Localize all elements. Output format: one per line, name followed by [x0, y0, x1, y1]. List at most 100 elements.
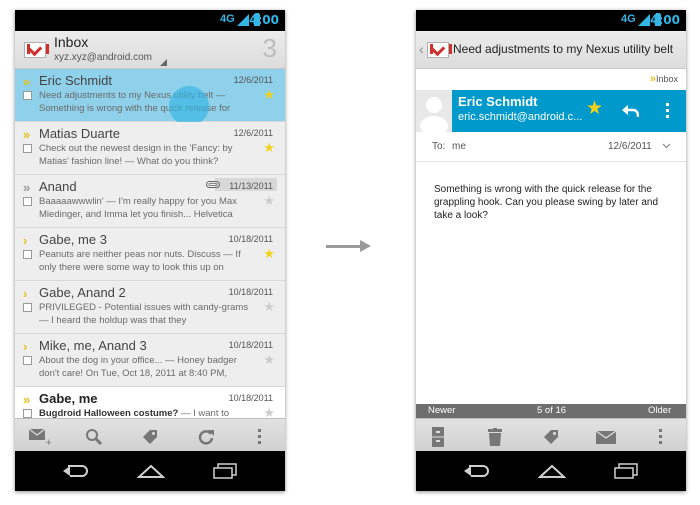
- network-4g-icon: 4G: [621, 13, 636, 25]
- row-checkbox[interactable]: [23, 250, 32, 259]
- star-icon[interactable]: ★: [263, 299, 275, 315]
- inbox-action-bar: Inbox xyz.xyz@android.com 3: [15, 31, 285, 69]
- row-date: 11/13/2011: [229, 181, 273, 191]
- gmail-logo-icon: [24, 42, 49, 58]
- row-sender: Matias Duarte: [39, 126, 120, 141]
- overflow-menu-icon[interactable]: [659, 429, 663, 445]
- transition-arrow-icon: [360, 240, 371, 252]
- star-icon[interactable]: ★: [263, 352, 275, 368]
- conversation-row[interactable]: » Gabe, me 10/18/2011 Bugdroid Halloween…: [15, 387, 285, 420]
- older-button[interactable]: Older: [648, 405, 671, 416]
- label-icon[interactable]: [542, 428, 560, 446]
- recipient-row[interactable]: To: me 12/6/2011: [416, 132, 686, 162]
- signal-icon: [237, 14, 249, 26]
- conversation-row[interactable]: › Mike, me, Anand 3 10/18/2011 About the…: [15, 334, 285, 387]
- label-row: » Inbox: [416, 70, 686, 90]
- account-spinner[interactable]: Inbox xyz.xyz@android.com: [54, 34, 152, 63]
- account-email: xyz.xyz@android.com: [54, 52, 152, 63]
- spinner-triangle-icon: [160, 59, 167, 66]
- row-checkbox[interactable]: [23, 197, 32, 206]
- row-checkbox[interactable]: [23, 409, 32, 418]
- signal-icon: [638, 14, 650, 26]
- message-action-bar: ‹ Need adjustments to my Nexus utility b…: [416, 31, 686, 69]
- row-sender: Mike, me, Anand 3: [39, 338, 147, 353]
- row-checkbox[interactable]: [23, 356, 32, 365]
- svg-text:+: +: [45, 438, 51, 445]
- search-icon[interactable]: [85, 428, 103, 446]
- back-icon[interactable]: [463, 464, 489, 478]
- row-date: 10/18/2011: [228, 393, 273, 403]
- star-icon[interactable]: ★: [263, 140, 275, 156]
- star-icon[interactable]: ★: [263, 87, 275, 103]
- row-snippet: PRIVILEGED - Potential issues with candy…: [39, 302, 249, 326]
- message-bottom-bar: [416, 418, 686, 454]
- row-snippet: Need adjustments to my Nexus utility bel…: [39, 90, 231, 114]
- conversation-row[interactable]: » Matias Duarte 12/6/2011 Check out the …: [15, 122, 285, 175]
- importance-marker-icon: »: [23, 74, 31, 89]
- transition-arrow-line: [326, 245, 362, 248]
- system-nav-bar: [416, 451, 686, 491]
- message-overflow-icon[interactable]: [666, 103, 670, 119]
- label-icon[interactable]: [141, 428, 159, 446]
- delete-icon[interactable]: [488, 428, 502, 446]
- row-date: 10/18/2011: [228, 340, 273, 350]
- message-body: Something is wrong with the quick releas…: [434, 184, 659, 221]
- contact-placeholder-icon: [420, 97, 448, 136]
- row-date: 12/6/2011: [233, 128, 273, 138]
- status-bar: 4G 4:00: [15, 10, 285, 31]
- compose-icon[interactable]: +: [29, 429, 51, 445]
- inbox-title: Inbox: [54, 34, 89, 50]
- conversation-row[interactable]: » Eric Schmidt 12/6/2011 Need adjustment…: [15, 69, 285, 126]
- back-icon[interactable]: [62, 464, 88, 478]
- expand-chevron-icon[interactable]: [662, 143, 671, 149]
- to-label: To:: [432, 141, 446, 152]
- conversation-row[interactable]: › Gabe, me 3 10/18/2011 Peanuts are neit…: [15, 228, 285, 281]
- archive-icon[interactable]: [432, 427, 444, 447]
- conversation-row[interactable]: » Anand 11/13/2011 Baaaaawwwlin' — I'm r…: [15, 175, 285, 228]
- star-icon[interactable]: ★: [263, 193, 275, 209]
- row-sender: Gabe, Anand 2: [39, 285, 126, 300]
- refresh-icon[interactable]: [197, 428, 215, 446]
- row-date: 10/18/2011: [228, 234, 273, 244]
- row-date: 10/18/2011: [228, 287, 273, 297]
- inbox-bottom-bar: +: [15, 418, 285, 454]
- paperclip-icon: [206, 181, 220, 188]
- gmail-logo-icon[interactable]: [427, 42, 452, 58]
- row-snippet: Baaaaawwwlin' — I'm really happy for you…: [39, 196, 237, 220]
- avatar: [416, 90, 452, 136]
- row-snippet: Peanuts are neither peas nor nuts. Discu…: [39, 249, 241, 273]
- row-sender: Eric Schmidt: [39, 73, 112, 88]
- row-checkbox[interactable]: [23, 144, 32, 153]
- row-sender: Gabe, me: [39, 391, 98, 406]
- up-caret-icon[interactable]: ‹: [419, 41, 424, 57]
- star-icon[interactable]: ★: [586, 97, 603, 120]
- star-icon[interactable]: ★: [263, 246, 275, 262]
- to-value: me: [452, 141, 466, 152]
- importance-marker-icon: »: [23, 392, 31, 407]
- sender-email: eric.schmidt@android.c...: [458, 111, 583, 123]
- label-inbox[interactable]: Inbox: [656, 74, 678, 84]
- row-checkbox[interactable]: [23, 91, 32, 100]
- unread-count: 3: [262, 33, 277, 63]
- clock: 4:00: [249, 13, 279, 27]
- clock: 4:00: [650, 13, 680, 27]
- inbox-screen: 4G 4:00 Inbox xyz.xyz@android.com 3 » Er…: [15, 10, 285, 491]
- conversation-row[interactable]: › Gabe, Anand 2 10/18/2011 PRIVILEGED - …: [15, 281, 285, 334]
- row-sender: Gabe, me 3: [39, 232, 107, 247]
- home-icon[interactable]: [137, 464, 165, 478]
- mark-unread-icon[interactable]: [596, 431, 616, 444]
- message-date: 12/6/2011: [608, 141, 652, 152]
- message-subject: Need adjustments to my Nexus utility bel…: [453, 42, 674, 56]
- newer-button[interactable]: Newer: [428, 405, 455, 416]
- reply-icon[interactable]: [621, 102, 639, 118]
- recent-apps-icon[interactable]: [613, 463, 639, 479]
- sender-header[interactable]: Eric Schmidt eric.schmidt@android.c... ★: [416, 90, 686, 136]
- overflow-menu-icon[interactable]: [258, 429, 262, 445]
- pager-bar: Newer 5 of 16 Older: [416, 404, 686, 418]
- row-checkbox[interactable]: [23, 303, 32, 312]
- importance-marker-icon: ›: [23, 339, 28, 354]
- importance-marker-icon: ›: [23, 233, 28, 248]
- home-icon[interactable]: [538, 464, 566, 478]
- recent-apps-icon[interactable]: [212, 463, 238, 479]
- sender-name: Eric Schmidt: [458, 94, 538, 109]
